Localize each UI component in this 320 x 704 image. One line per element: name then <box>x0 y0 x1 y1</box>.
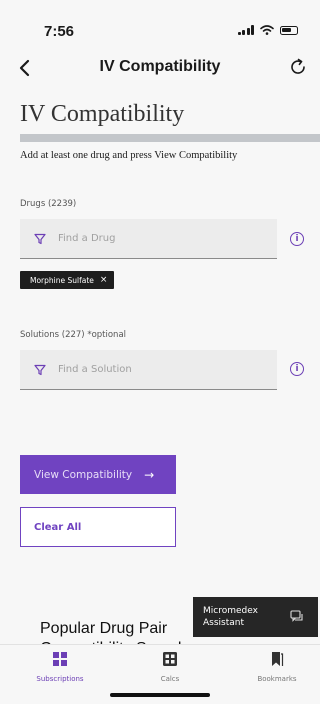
heading-divider <box>20 134 320 142</box>
chip-label: Morphine Sulfate <box>30 275 94 285</box>
view-compatibility-button[interactable]: View Compatibility → <box>20 455 176 494</box>
status-icons <box>237 25 298 35</box>
clear-all-label: Clear All <box>34 521 82 533</box>
status-bar: 7:56 <box>0 0 320 50</box>
solution-search-input[interactable] <box>58 364 248 375</box>
bookmark-icon <box>272 652 284 666</box>
grid-icon <box>53 652 67 666</box>
filter-icon <box>34 233 46 244</box>
filter-icon <box>34 364 46 375</box>
tab-label: Calcs <box>160 675 180 683</box>
drug-search-input[interactable] <box>58 233 248 244</box>
selected-drug-chip: Morphine Sulfate × <box>20 271 115 289</box>
home-indicator <box>110 693 210 697</box>
assistant-label: Micromedex Assistant <box>203 606 258 628</box>
arrow-right-icon: → <box>144 467 155 482</box>
solutions-info-icon[interactable]: i <box>290 362 304 376</box>
wifi-icon <box>260 25 274 35</box>
drug-search-field[interactable] <box>20 219 277 259</box>
battery-icon <box>280 25 298 35</box>
refresh-icon[interactable] <box>286 55 310 79</box>
tab-label: Subscriptions <box>36 675 84 683</box>
tab-label: Bookmarks <box>257 675 297 683</box>
calculator-icon <box>163 652 177 666</box>
drugs-label: Drugs (2239) <box>20 199 77 209</box>
solutions-label: Solutions (227) *optional <box>20 330 127 340</box>
tab-subscriptions[interactable]: Subscriptions <box>15 651 105 683</box>
drugs-info-icon[interactable]: i <box>290 232 304 246</box>
instruction-text: Add at least one drug and press View Com… <box>20 150 238 161</box>
status-time: 7:56 <box>44 23 75 40</box>
view-compatibility-label: View Compatibility <box>34 468 133 481</box>
close-icon[interactable]: × <box>100 275 108 285</box>
popular-section-heading: Popular Drug Pair <box>40 620 168 637</box>
tab-calcs[interactable]: Calcs <box>125 651 215 683</box>
solution-search-field[interactable] <box>20 350 277 390</box>
signal-icon <box>237 25 254 35</box>
assistant-button[interactable]: Micromedex Assistant <box>193 597 318 637</box>
page-title: IV Compatibility <box>20 101 185 127</box>
navigation-bar: IV Compatibility <box>0 50 320 86</box>
tab-bookmarks[interactable]: Bookmarks <box>232 651 320 683</box>
chat-icon <box>290 610 303 622</box>
nav-title: IV Compatibility <box>99 58 221 75</box>
clear-all-button[interactable]: Clear All <box>20 507 176 547</box>
